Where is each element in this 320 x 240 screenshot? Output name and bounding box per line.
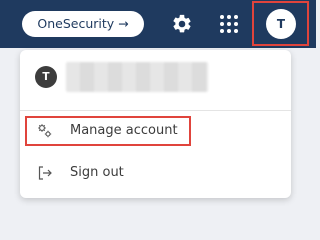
menu-divider (20, 110, 291, 111)
gear-icon[interactable] (171, 13, 193, 35)
sign-out-label: Sign out (70, 165, 124, 180)
account-menu: T Manage account Sign out (20, 50, 291, 198)
top-bar: OneSecurity → T (0, 0, 316, 48)
manage-account-item[interactable]: Manage account (20, 116, 291, 146)
redacted-user-name (66, 62, 208, 92)
onesecurity-button[interactable]: OneSecurity → (22, 11, 144, 37)
sign-out-item[interactable]: Sign out (20, 158, 291, 188)
manage-account-highlight-box (25, 116, 191, 146)
apps-grid-icon[interactable] (219, 14, 239, 34)
user-avatar-button[interactable]: T (266, 9, 296, 39)
menu-user-avatar: T (35, 66, 57, 88)
sign-out-icon (38, 166, 52, 180)
